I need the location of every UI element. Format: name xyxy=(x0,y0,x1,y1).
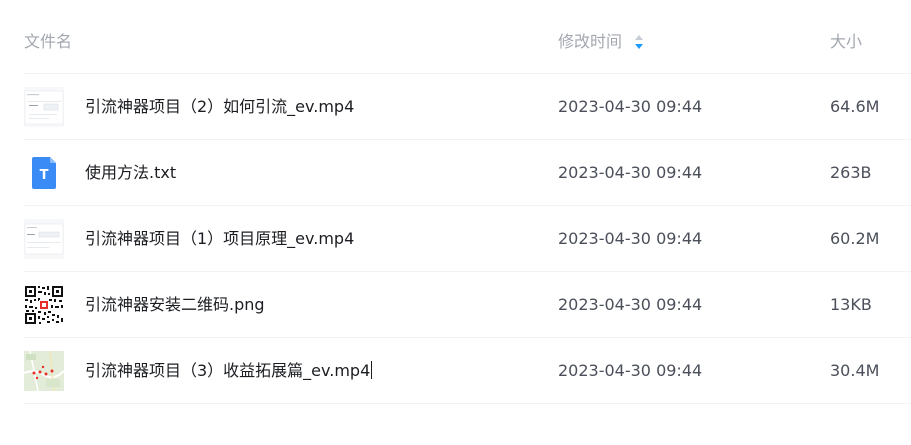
file-modified-time: 2023-04-30 09:44 xyxy=(558,97,703,116)
file-list-header: 文件名 修改时间 大小 xyxy=(24,0,911,74)
file-name[interactable]: 引流神器项目（3）收益拓展篇_ev.mp4 xyxy=(85,360,373,382)
video-thumbnail-icon xyxy=(24,219,64,259)
column-header-name[interactable]: 文件名 xyxy=(24,31,72,53)
column-header-modified-label: 修改时间 xyxy=(558,32,623,51)
file-size: 13KB xyxy=(830,295,872,314)
file-size: 64.6M xyxy=(830,97,880,116)
file-name[interactable]: 引流神器安装二维码.png xyxy=(85,294,265,316)
text-file-icon: T xyxy=(24,153,64,193)
file-modified-time: 2023-04-30 09:44 xyxy=(558,295,703,314)
column-header-size[interactable]: 大小 xyxy=(830,31,862,53)
text-cursor xyxy=(371,361,373,379)
file-size: 60.2M xyxy=(830,229,880,248)
file-row[interactable]: 引流神器项目（1）项目原理_ev.mp4 2023-04-30 09:44 60… xyxy=(24,206,911,272)
sort-icon[interactable] xyxy=(634,34,644,50)
file-size: 30.4M xyxy=(830,361,880,380)
file-name-text: 引流神器项目（3）收益拓展篇_ev.mp4 xyxy=(85,361,371,380)
file-name[interactable]: 引流神器项目（1）项目原理_ev.mp4 xyxy=(85,228,354,250)
file-row[interactable]: T 使用方法.txt 2023-04-30 09:44 263B xyxy=(24,140,911,206)
file-modified-time: 2023-04-30 09:44 xyxy=(558,163,703,182)
file-list: 文件名 修改时间 大小 引流神器项目（2）如何引流_ev.mp4 2023-04… xyxy=(0,0,911,445)
file-row[interactable]: 引流神器安装二维码.png 2023-04-30 09:44 13KB xyxy=(24,272,911,338)
qr-code-thumbnail-icon xyxy=(24,285,64,325)
column-header-modified[interactable]: 修改时间 xyxy=(558,31,644,53)
file-row[interactable]: 引流神器项目（2）如何引流_ev.mp4 2023-04-30 09:44 64… xyxy=(24,74,911,140)
file-name[interactable]: 引流神器项目（2）如何引流_ev.mp4 xyxy=(85,96,354,118)
file-modified-time: 2023-04-30 09:44 xyxy=(558,229,703,248)
file-modified-time: 2023-04-30 09:44 xyxy=(558,361,703,380)
file-size: 263B xyxy=(830,163,872,182)
text-file-icon-label: T xyxy=(40,168,49,183)
video-map-thumbnail-icon xyxy=(24,351,64,391)
file-name[interactable]: 使用方法.txt xyxy=(85,162,176,184)
file-row[interactable]: 引流神器项目（3）收益拓展篇_ev.mp4 2023-04-30 09:44 3… xyxy=(24,338,911,404)
video-thumbnail-icon xyxy=(24,87,64,127)
